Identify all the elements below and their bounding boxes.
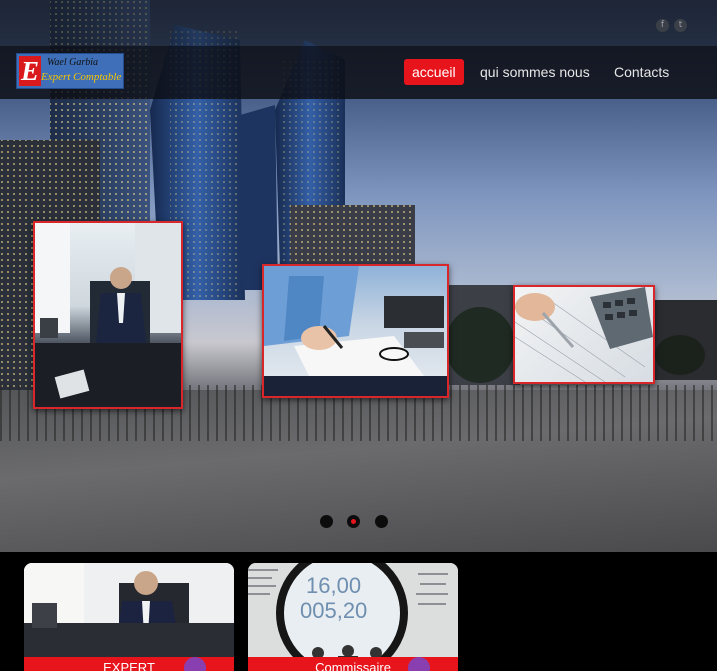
main-navigation: E Wael Garbia Expert Comptable accueil q…: [0, 46, 717, 99]
facebook-icon[interactable]: f: [656, 19, 669, 32]
logo-title: Expert Comptable: [41, 71, 122, 83]
slide-photo-signing-document: [262, 264, 449, 398]
calculator-pen-image: [515, 287, 653, 382]
hand-writing-image: [264, 266, 447, 396]
nav-link-contacts[interactable]: Contacts: [606, 59, 677, 85]
top-bar: f t: [0, 0, 717, 46]
slider-dot-1[interactable]: [320, 515, 333, 528]
slider-dot-3[interactable]: [375, 515, 388, 528]
svg-text:005,20: 005,20: [300, 598, 367, 623]
slide-photo-calculator: [513, 285, 655, 384]
expert-card-image: [24, 563, 234, 671]
slide-photo-accountant-office: [33, 221, 183, 409]
site-logo[interactable]: E Wael Garbia Expert Comptable: [16, 53, 124, 89]
slider-dot-2[interactable]: [347, 515, 360, 528]
service-card-expert[interactable]: EXPERT: [24, 563, 234, 671]
nav-link-accueil[interactable]: accueil: [404, 59, 464, 85]
logo-name: Wael Garbia: [47, 57, 99, 68]
person-at-desk-image: [35, 223, 181, 407]
svg-text:16,00: 16,00: [306, 573, 361, 598]
nav-link-qui-sommes-nous[interactable]: qui sommes nous: [472, 59, 598, 85]
twitter-icon[interactable]: t: [674, 19, 687, 32]
logo-mark: E: [19, 56, 41, 86]
service-card-commissaire[interactable]: 16,00 005,20 Commissaire: [248, 563, 458, 671]
commissaire-card-image: 16,00 005,20: [248, 563, 458, 671]
